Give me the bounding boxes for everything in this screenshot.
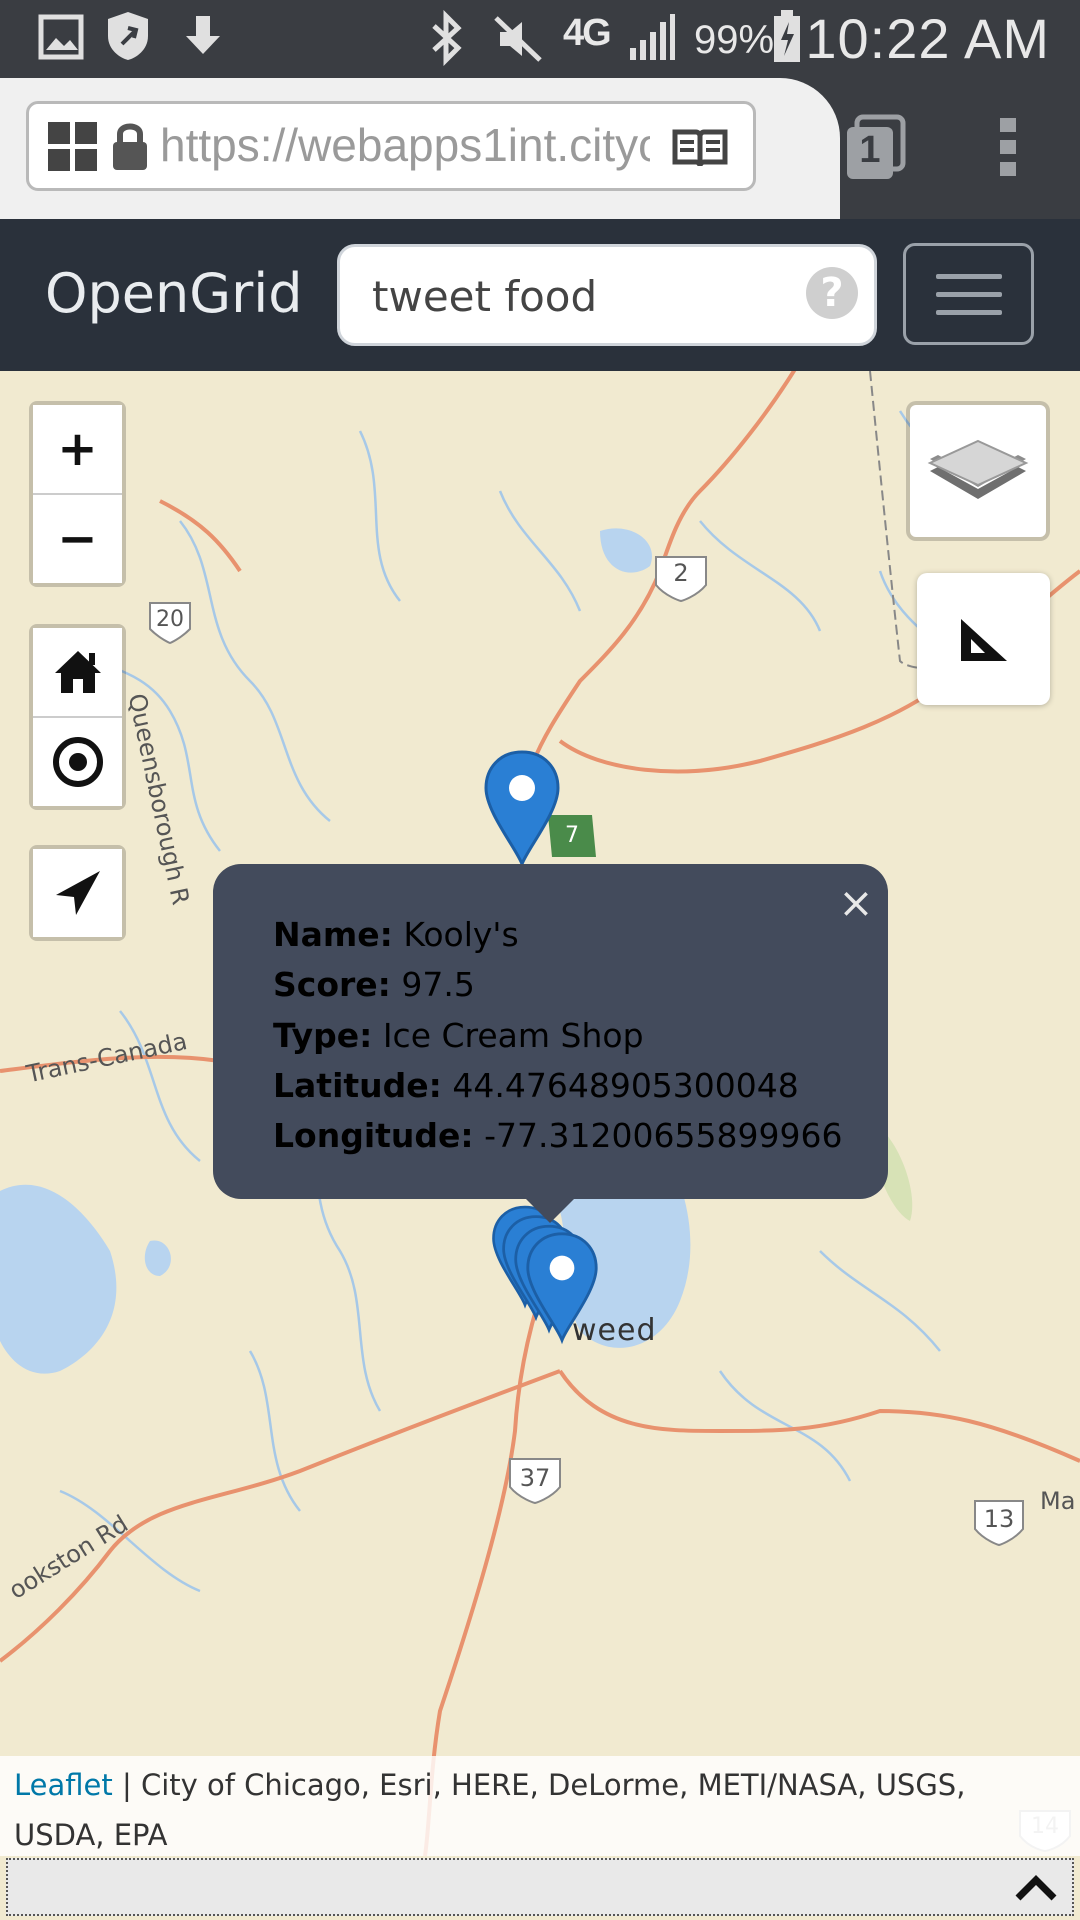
attribution-sources: | City of Chicago, Esri, HERE, DeLorme, … xyxy=(14,1768,966,1852)
route-label-20: 20 xyxy=(156,607,184,632)
mute-icon xyxy=(494,16,542,62)
home-button[interactable] xyxy=(33,628,122,716)
hamburger-icon xyxy=(936,274,1002,279)
attribution-text: Leaflet | City of Chicago, Esri, HERE, D… xyxy=(14,1760,1014,1860)
battery-icon xyxy=(774,10,800,62)
popup-type-row: Type: Ice Cream Shop xyxy=(273,1016,644,1055)
popup-latitude-label: Latitude: xyxy=(273,1066,442,1105)
layers-control[interactable] xyxy=(906,401,1050,541)
popup-longitude-row: Longitude: -77.31200655899966 xyxy=(273,1116,842,1155)
popup-name-value: Kooly's xyxy=(403,915,519,954)
zoom-control: + − xyxy=(29,401,126,587)
popup-score-value: 97.5 xyxy=(401,965,475,1004)
measure-icon xyxy=(961,619,1007,661)
tab-count: 1 xyxy=(859,129,881,171)
popup-name-label: Name: xyxy=(273,915,393,954)
target-icon xyxy=(52,737,103,787)
popup-tip xyxy=(522,1195,578,1223)
shield-icon xyxy=(108,12,148,60)
popup-score-label: Score: xyxy=(273,965,391,1004)
tabs-icon[interactable]: 1 xyxy=(843,113,907,183)
popup-name-row: Name: Kooly's xyxy=(273,915,519,954)
clock: 10:22 AM xyxy=(805,7,1050,70)
popup-type-label: Type: xyxy=(273,1016,373,1055)
gallery-icon xyxy=(38,14,84,60)
brand-title[interactable]: OpenGrid xyxy=(45,262,303,325)
url-text[interactable]: https://webapps1int.cityo xyxy=(160,118,650,178)
network-type-icon: 4G xyxy=(563,12,612,54)
popup-score-row: Score: 97.5 xyxy=(273,965,475,1004)
overflow-menu-icon[interactable] xyxy=(996,116,1020,178)
popup-latitude-value: 44.47648905300048 xyxy=(452,1066,799,1105)
zoom-out-button[interactable]: − xyxy=(33,493,122,583)
download-icon xyxy=(186,16,220,54)
road-label-ma: Ma xyxy=(1040,1487,1076,1515)
route-label-2: 2 xyxy=(673,559,689,587)
locate-target-button[interactable] xyxy=(33,716,122,806)
popup-close-button[interactable]: × xyxy=(836,878,876,928)
battery-percentage: 99% xyxy=(694,18,775,62)
apps-grid-icon[interactable] xyxy=(48,122,98,172)
popup-latitude-row: Latitude: 44.47648905300048 xyxy=(273,1066,799,1105)
map-marker-selected[interactable] xyxy=(524,1229,600,1345)
popup-type-value: Ice Cream Shop xyxy=(382,1016,644,1055)
route-label-37: 37 xyxy=(519,1464,551,1492)
popup-longitude-label: Longitude: xyxy=(273,1116,474,1155)
locate-control xyxy=(29,845,126,941)
layers-icon xyxy=(927,439,1029,499)
chevron-up-icon[interactable] xyxy=(1014,1872,1058,1902)
measure-control[interactable] xyxy=(917,573,1050,705)
route-label-13: 13 xyxy=(983,1505,1015,1533)
home-locate-control xyxy=(29,624,126,810)
home-icon xyxy=(54,651,101,693)
bluetooth-icon xyxy=(432,10,462,66)
reader-mode-icon[interactable] xyxy=(672,126,728,172)
leaflet-link[interactable]: Leaflet xyxy=(14,1768,113,1802)
search-input[interactable] xyxy=(372,268,792,324)
bottom-drawer-handle[interactable] xyxy=(6,1858,1074,1916)
map-marker[interactable] xyxy=(482,748,562,868)
locate-me-button[interactable] xyxy=(33,849,122,937)
menu-toggle-button[interactable] xyxy=(903,243,1034,345)
status-bar: 4G 99% 10:22 AM xyxy=(0,0,1080,78)
help-icon[interactable]: ? xyxy=(806,267,858,319)
lock-icon xyxy=(113,123,147,170)
locate-arrow-icon xyxy=(55,871,100,915)
popup-longitude-value: -77.31200655899966 xyxy=(484,1116,843,1155)
signal-icon xyxy=(630,14,675,60)
zoom-in-button[interactable]: + xyxy=(33,405,122,493)
